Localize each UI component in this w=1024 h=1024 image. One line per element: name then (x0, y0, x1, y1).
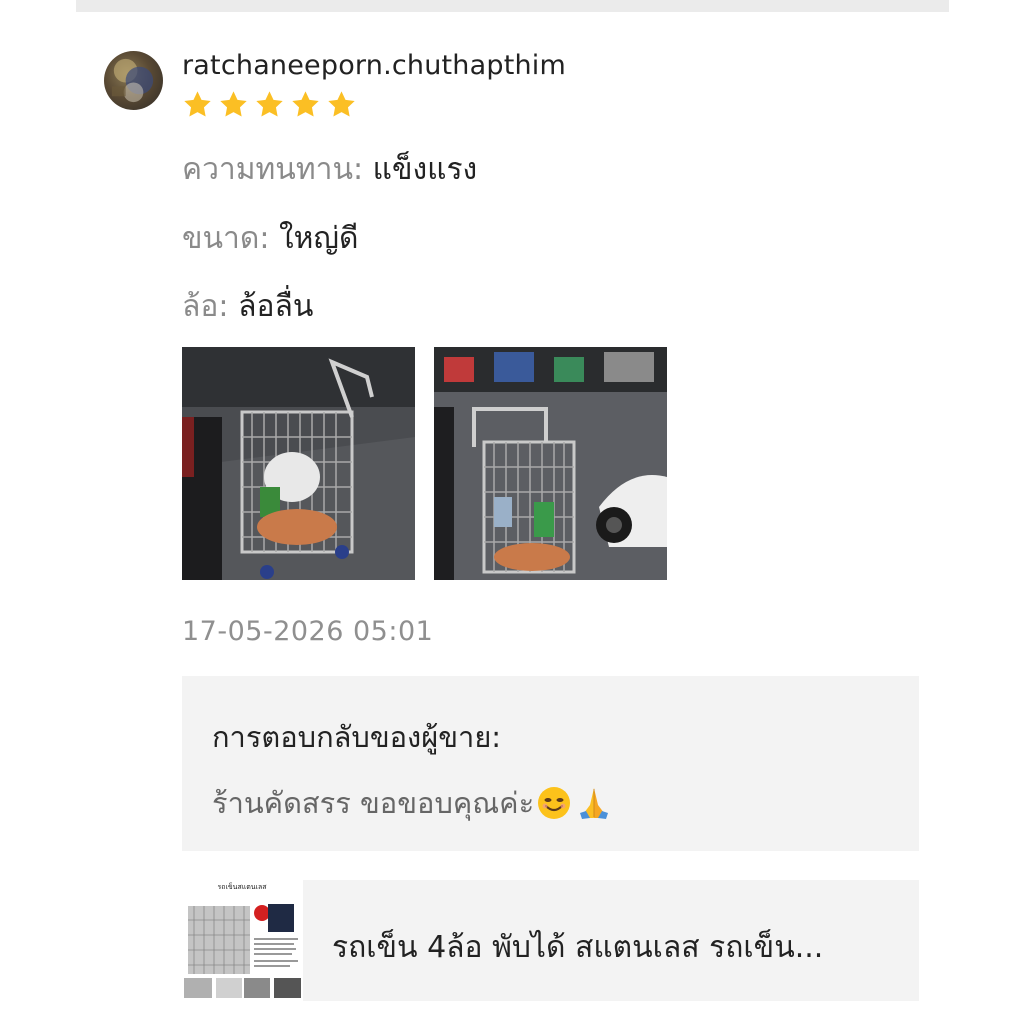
star-icon (328, 91, 355, 117)
seller-reply-box: การตอบกลับของผู้ขาย: ร้านคัดสรร ขอขอบคุณ… (182, 676, 919, 851)
review-timestamp: 17-05-2026 05:01 (182, 616, 434, 647)
product-card[interactable]: รถเข็นสแตนเลส รถเข็น 4ล้อ พับได้ สแตนเลส… (182, 880, 919, 1001)
seller-reply-text: ร้านคัดสรร ขอขอบคุณค่ะ (212, 786, 535, 820)
attribute-durability: ความทนทาน: แข็งแรง (182, 146, 477, 193)
attribute-label: ขนาด: (182, 221, 270, 256)
product-thumbnail[interactable]: รถเข็นสแตนเลส (182, 880, 303, 1001)
previous-review-divider (76, 0, 949, 12)
attribute-label: ความทนทาน: (182, 152, 364, 187)
star-rating (182, 89, 357, 120)
review-photo-2[interactable] (434, 347, 667, 580)
attribute-size: ขนาด: ใหญ่ดี (182, 215, 358, 262)
reviewer-username[interactable]: ratchaneeporn.chuthapthim (182, 50, 566, 81)
attribute-value: แข็งแรง (372, 152, 478, 187)
seller-reply-text-line: ร้านคัดสรร ขอขอบคุณค่ะ (212, 780, 612, 826)
thumbnail-heading: รถเข็นสแตนเลส (217, 882, 267, 891)
review-photo-1[interactable] (182, 347, 415, 580)
seller-reply-title: การตอบกลับของผู้ขาย: (212, 720, 502, 754)
smiling-face-emoji (538, 787, 571, 819)
folded-hands-emoji (580, 788, 609, 819)
star-icon (184, 91, 211, 117)
attribute-label: ล้อ: (182, 289, 229, 324)
star-icon (256, 91, 283, 117)
attribute-wheels: ล้อ: ล้อลื่น (182, 283, 313, 330)
attribute-value: ล้อลื่น (238, 289, 314, 324)
star-icon (292, 91, 319, 117)
avatar[interactable] (104, 51, 163, 110)
star-icon (220, 91, 247, 117)
product-title[interactable]: รถเข็น 4ล้อ พับได้ สแตนเลส รถเข็น... (332, 924, 823, 971)
attribute-value: ใหญ่ดี (279, 221, 359, 256)
